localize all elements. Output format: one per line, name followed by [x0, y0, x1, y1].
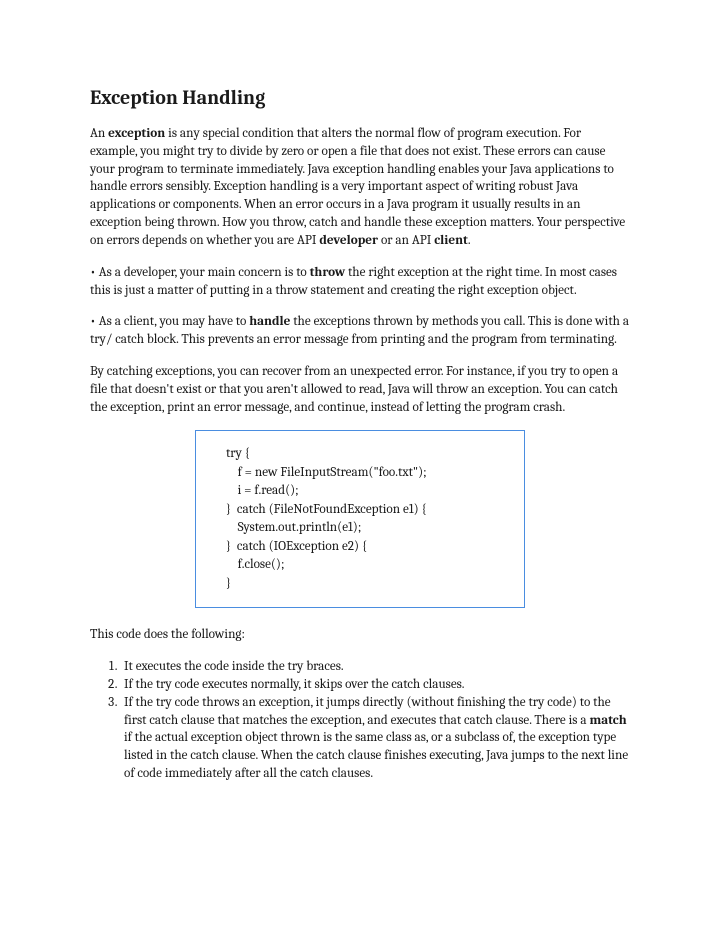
- intro-paragraph: An exception is any special condition th…: [90, 125, 630, 250]
- text-run: or an API: [378, 233, 434, 248]
- list-item: If the try code executes normally, it sk…: [120, 676, 630, 694]
- text-run: is any special condition that alters the…: [90, 126, 625, 248]
- page-title: Exception Handling: [90, 86, 630, 109]
- text-run: .: [468, 233, 471, 248]
- ordered-list: It executes the code inside the try brac…: [90, 658, 630, 783]
- text-run: If the try code throws an exception, it …: [124, 695, 611, 728]
- list-item: If the try code throws an exception, it …: [120, 694, 630, 783]
- bold-developer: developer: [319, 233, 378, 248]
- text-run: if the actual exception object thrown is…: [124, 730, 628, 781]
- code-block: try { f = new FileInputStream("foo.txt")…: [195, 430, 525, 608]
- bold-match: match: [589, 713, 626, 728]
- text-run: • As a client, you may have to: [90, 314, 249, 329]
- catching-paragraph: By catching exceptions, you can recover …: [90, 363, 630, 416]
- bullet-developer: • As a developer, your main concern is t…: [90, 264, 630, 300]
- document-page: Exception Handling An exception is any s…: [0, 0, 720, 932]
- bold-throw: throw: [310, 265, 346, 280]
- code-explain-intro: This code does the following:: [90, 626, 630, 644]
- code-content: try { f = new FileInputStream("foo.txt")…: [226, 445, 506, 593]
- bold-handle: handle: [249, 314, 290, 329]
- list-item: It executes the code inside the try brac…: [120, 658, 630, 676]
- bullet-client: • As a client, you may have to handle th…: [90, 313, 630, 349]
- text-run: An: [90, 126, 108, 141]
- text-run: • As a developer, your main concern is t…: [90, 265, 310, 280]
- bold-exception: exception: [108, 126, 165, 141]
- bold-client: client: [434, 233, 468, 248]
